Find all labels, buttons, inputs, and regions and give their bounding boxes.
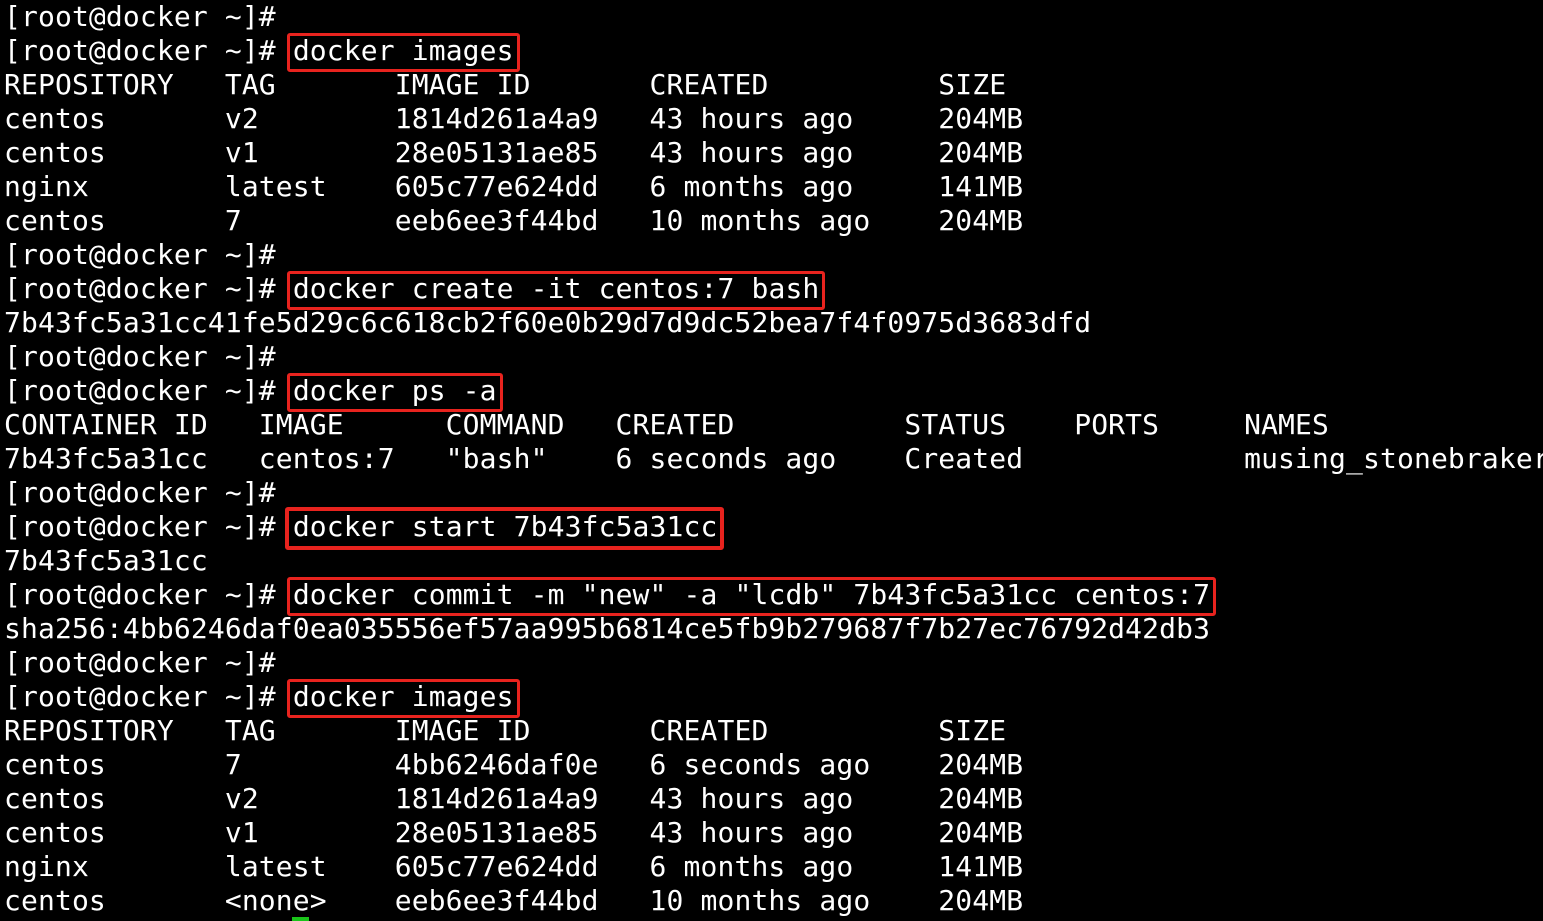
terminal-window[interactable]: [root@docker ~]# [root@docker ~]# docker … (0, 0, 1543, 921)
shell-prompt: [root@docker ~]# (4, 272, 276, 305)
command-output-line: centos v1 28e05131ae85 43 hours ago 204M… (4, 816, 1024, 849)
highlighted-command: docker start 7b43fc5a31cc (284, 507, 724, 550)
empty-prompt-line: [root@docker ~]# (4, 238, 276, 272)
shell-prompt: [root@docker ~]# (4, 238, 276, 271)
command-output-line: centos <none> eeb6ee3f44bd 10 months ago… (4, 884, 1024, 917)
shell-prompt: [root@docker ~]# (4, 646, 276, 679)
command-output-line: 7b43fc5a31cc41fe5d29c6c618cb2f60e0b29d7d… (4, 306, 1092, 339)
command-output-line: REPOSITORY TAG IMAGE ID CREATED SIZE (4, 714, 1007, 747)
text-cursor (292, 917, 309, 921)
highlighted-command: docker commit -m "new" -a "lcdb" 7b43fc5… (286, 577, 1217, 616)
command-line: [root@docker ~]# docker images (4, 679, 520, 718)
empty-prompt-line: [root@docker ~]# (4, 476, 276, 510)
empty-prompt-line: [root@docker ~]# (4, 0, 276, 34)
command-line: [root@docker ~]# docker images (4, 33, 520, 72)
command-line: [root@docker ~]# docker start 7b43fc5a31… (4, 507, 724, 550)
command-line: [root@docker ~]# docker ps -a (4, 373, 503, 412)
command-output-line: nginx latest 605c77e624dd 6 months ago 1… (4, 850, 1024, 883)
highlighted-command: docker create -it centos:7 bash (286, 271, 826, 310)
shell-prompt: [root@docker ~]# (4, 510, 276, 543)
command-output-line: centos v2 1814d261a4a9 43 hours ago 204M… (4, 782, 1024, 815)
command-output-line: REPOSITORY TAG IMAGE ID CREATED SIZE (4, 68, 1007, 101)
command-output-line: centos v1 28e05131ae85 43 hours ago 204M… (4, 136, 1024, 169)
command-output-line: centos v2 1814d261a4a9 43 hours ago 204M… (4, 102, 1024, 135)
command-line: [root@docker ~]# docker commit -m "new" … (4, 577, 1217, 616)
shell-prompt: [root@docker ~]# (4, 374, 276, 407)
command-output-line: sha256:4bb6246daf0ea035556ef57aa995b6814… (4, 612, 1211, 645)
command-output-line: 7b43fc5a31cc centos:7 "bash" 6 seconds a… (4, 442, 1543, 475)
shell-prompt: [root@docker ~]# (4, 476, 276, 509)
empty-prompt-line: [root@docker ~]# (4, 646, 276, 680)
shell-prompt: [root@docker ~]# (4, 680, 276, 713)
command-output-line: centos 7 4bb6246daf0e 6 seconds ago 204M… (4, 748, 1024, 781)
shell-prompt: [root@docker ~]# (4, 0, 276, 33)
shell-prompt: [root@docker ~]# (4, 34, 276, 67)
command-output-line: 7b43fc5a31cc (4, 544, 208, 577)
shell-prompt: [root@docker ~]# (4, 578, 276, 611)
command-output-line: centos 7 eeb6ee3f44bd 10 months ago 204M… (4, 204, 1024, 237)
highlighted-command: docker images (286, 679, 520, 718)
command-output-line: nginx latest 605c77e624dd 6 months ago 1… (4, 170, 1024, 203)
highlighted-command: docker ps -a (286, 373, 503, 412)
shell-prompt: [root@docker ~]# (4, 340, 276, 373)
command-line: [root@docker ~]# docker create -it cento… (4, 271, 826, 310)
highlighted-command: docker images (286, 33, 520, 72)
command-output-line: CONTAINER ID IMAGE COMMAND CREATED STATU… (4, 408, 1330, 441)
empty-prompt-line: [root@docker ~]# (4, 340, 276, 374)
